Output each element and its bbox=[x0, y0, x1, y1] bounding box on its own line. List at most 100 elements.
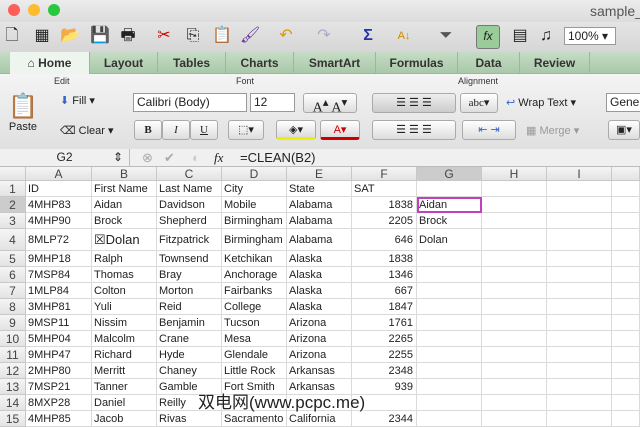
column-header-H[interactable]: H bbox=[482, 167, 547, 181]
column-header-F[interactable]: F bbox=[352, 167, 417, 181]
column-header-A[interactable]: A bbox=[26, 167, 92, 181]
font-size-select[interactable]: 12 bbox=[250, 93, 295, 112]
tab-layout[interactable]: Layout bbox=[90, 52, 158, 74]
cell[interactable]: 1761 bbox=[352, 315, 417, 331]
cell[interactable]: 2344 bbox=[352, 411, 417, 427]
cell[interactable]: Aidan bbox=[417, 197, 482, 213]
cell[interactable] bbox=[417, 267, 482, 283]
cell[interactable]: State bbox=[287, 181, 352, 197]
cell[interactable]: Alaska bbox=[287, 267, 352, 283]
cell[interactable]: Alabama bbox=[287, 197, 352, 213]
cell[interactable] bbox=[612, 411, 640, 427]
cell[interactable] bbox=[612, 363, 640, 379]
select-all-corner[interactable] bbox=[0, 167, 26, 181]
cell[interactable]: 2255 bbox=[352, 347, 417, 363]
italic-button[interactable]: I bbox=[162, 120, 190, 140]
cell[interactable] bbox=[417, 395, 482, 411]
column-header-E[interactable]: E bbox=[287, 167, 352, 181]
cell[interactable]: 1838 bbox=[352, 251, 417, 267]
cell[interactable]: Jacob bbox=[92, 411, 157, 427]
cell[interactable] bbox=[482, 251, 547, 267]
underline-button[interactable]: U bbox=[190, 120, 218, 140]
cell[interactable]: 7MSP21 bbox=[26, 379, 92, 395]
cell[interactable] bbox=[482, 363, 547, 379]
cell[interactable]: Sacramento bbox=[222, 411, 287, 427]
cell[interactable] bbox=[612, 229, 640, 251]
cell[interactable] bbox=[612, 213, 640, 229]
tab-formulas[interactable]: Formulas bbox=[376, 52, 458, 74]
cell[interactable]: ☒Dolan bbox=[92, 229, 157, 251]
row-header[interactable]: 10 bbox=[0, 331, 26, 347]
cell[interactable]: Chaney bbox=[157, 363, 222, 379]
bold-button[interactable]: B bbox=[134, 120, 162, 140]
copy-icon[interactable]: ⎘ bbox=[183, 26, 203, 46]
sort-icon[interactable]: A↓ bbox=[394, 26, 414, 46]
toolbox-icon[interactable]: ▤ bbox=[510, 26, 530, 46]
redo-icon[interactable]: ↷ bbox=[314, 26, 334, 46]
column-header-I[interactable]: I bbox=[547, 167, 612, 181]
cell[interactable] bbox=[612, 283, 640, 299]
cell[interactable]: Mesa bbox=[222, 331, 287, 347]
cell[interactable]: 9MSP11 bbox=[26, 315, 92, 331]
new-icon[interactable]: 🗋 bbox=[2, 26, 22, 46]
clear-button[interactable]: ⌫ Clear ▾ bbox=[60, 124, 114, 137]
cell[interactable]: Anchorage bbox=[222, 267, 287, 283]
cell[interactable]: Morton bbox=[157, 283, 222, 299]
cell[interactable]: Yuli bbox=[92, 299, 157, 315]
zoom-select[interactable]: 100% ▾ bbox=[564, 27, 616, 45]
cell[interactable] bbox=[547, 395, 612, 411]
cell[interactable]: Last Name bbox=[157, 181, 222, 197]
cell[interactable] bbox=[482, 315, 547, 331]
font-size-grow-shrink[interactable]: A▴ A▾ bbox=[303, 93, 357, 116]
cell[interactable] bbox=[612, 395, 640, 411]
cell[interactable] bbox=[547, 197, 612, 213]
cell[interactable]: Arizona bbox=[287, 347, 352, 363]
cell[interactable] bbox=[547, 283, 612, 299]
paste-icon[interactable]: 📋 bbox=[212, 26, 232, 46]
cell[interactable]: Shepherd bbox=[157, 213, 222, 229]
cut-icon[interactable]: ✂ bbox=[154, 26, 174, 46]
orientation-button[interactable]: abc▾ bbox=[460, 93, 498, 113]
column-header[interactable] bbox=[612, 167, 640, 181]
cell[interactable]: Arizona bbox=[287, 315, 352, 331]
tab-review[interactable]: Review bbox=[520, 52, 590, 74]
cell[interactable]: Hyde bbox=[157, 347, 222, 363]
column-header-G[interactable]: G bbox=[417, 167, 482, 181]
cell[interactable]: 9MHP18 bbox=[26, 251, 92, 267]
cell[interactable]: Townsend bbox=[157, 251, 222, 267]
cell[interactable] bbox=[482, 181, 547, 197]
cell[interactable]: Tucson bbox=[222, 315, 287, 331]
row-header[interactable]: 9 bbox=[0, 315, 26, 331]
row-header[interactable]: 4 bbox=[0, 229, 26, 251]
cell[interactable]: 1MLP84 bbox=[26, 283, 92, 299]
cell[interactable]: Fitzpatrick bbox=[157, 229, 222, 251]
indent-buttons[interactable]: ⇤ ⇥ bbox=[462, 120, 516, 140]
open-icon[interactable]: 📂 bbox=[60, 26, 80, 46]
cell[interactable]: Aidan bbox=[92, 197, 157, 213]
maximize-button[interactable] bbox=[48, 4, 60, 16]
filter-icon[interactable]: ⏷ bbox=[436, 26, 456, 46]
row-header[interactable]: 15 bbox=[0, 411, 26, 427]
cell[interactable]: 1838 bbox=[352, 197, 417, 213]
wrap-text-button[interactable]: ↩ Wrap Text ▾ bbox=[506, 96, 576, 109]
cell[interactable] bbox=[612, 197, 640, 213]
cell[interactable] bbox=[612, 315, 640, 331]
cell[interactable] bbox=[547, 213, 612, 229]
cell[interactable] bbox=[482, 267, 547, 283]
cell[interactable]: ID bbox=[26, 181, 92, 197]
paste-button[interactable]: 📋 Paste bbox=[8, 92, 38, 133]
cell[interactable]: Ralph bbox=[92, 251, 157, 267]
cell[interactable]: Alabama bbox=[287, 229, 352, 251]
fill-color-button[interactable]: ◈▾ bbox=[276, 120, 316, 140]
cell[interactable]: California bbox=[287, 411, 352, 427]
cell[interactable] bbox=[417, 411, 482, 427]
cell[interactable]: Merritt bbox=[92, 363, 157, 379]
fx-label[interactable]: fx bbox=[214, 150, 223, 166]
column-header-D[interactable]: D bbox=[222, 167, 287, 181]
tab-charts[interactable]: Charts bbox=[226, 52, 294, 74]
cell[interactable]: 2MHP80 bbox=[26, 363, 92, 379]
cell[interactable]: Benjamin bbox=[157, 315, 222, 331]
cell[interactable]: Arkansas bbox=[287, 363, 352, 379]
cell[interactable] bbox=[547, 315, 612, 331]
cell[interactable] bbox=[417, 283, 482, 299]
